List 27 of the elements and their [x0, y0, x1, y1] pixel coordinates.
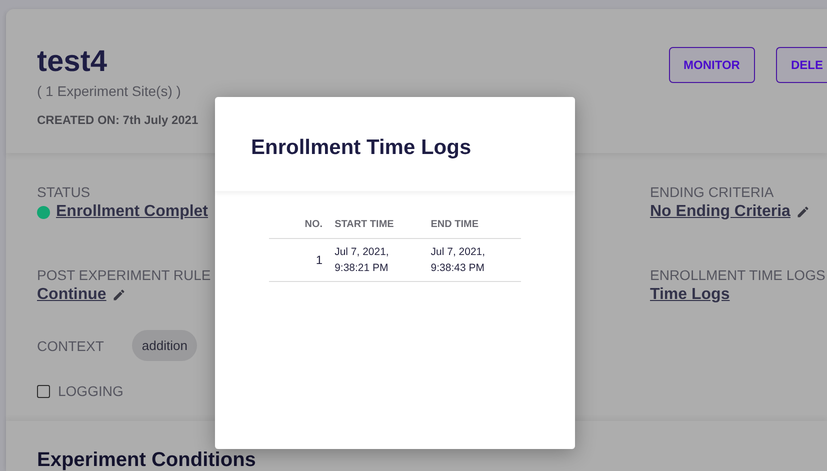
action-button[interactable]: DELE: [776, 47, 827, 83]
field-label: ENROLLMENT TIME LOGS: [650, 267, 826, 283]
field-label: CONTEXT: [37, 338, 104, 354]
column-header: START TIME: [328, 215, 425, 238]
status-link[interactable]: Enrollment Complet: [56, 203, 208, 221]
context-tag: addition: [132, 330, 198, 361]
field-label: STATUS: [37, 184, 90, 200]
action-button[interactable]: MONITOR: [668, 47, 755, 83]
field-label: ENDING CRITERIA: [650, 184, 774, 200]
section-title: Experiment Conditions: [37, 449, 257, 471]
table-cell: 1: [269, 238, 329, 282]
logging-label: LOGGING: [58, 383, 124, 399]
experiment-title: test4: [37, 45, 108, 79]
experiment-sites: ( 1 Experiment Site(s) ): [37, 83, 182, 99]
logging-checkbox[interactable]: [37, 384, 50, 398]
ending-criteria-link[interactable]: No Ending Criteria: [650, 203, 790, 221]
dialog-title: Enrollment Time Logs: [251, 135, 472, 161]
field-label: POST EXPERIMENT RULE: [37, 267, 211, 283]
created-date: CREATED ON: 7th July 2021: [37, 113, 198, 127]
edit-icon[interactable]: [112, 288, 126, 302]
column-header: END TIME: [424, 215, 521, 238]
table-cell: Jul 7, 2021, 9:38:21 PM: [328, 238, 425, 282]
time-logs-link[interactable]: Time Logs: [650, 286, 730, 304]
edit-icon[interactable]: [796, 205, 810, 219]
column-header: NO.: [269, 215, 329, 238]
post-rule-link[interactable]: Continue: [37, 286, 106, 304]
table-cell: Jul 7, 2021, 9:38:43 PM: [424, 238, 521, 282]
